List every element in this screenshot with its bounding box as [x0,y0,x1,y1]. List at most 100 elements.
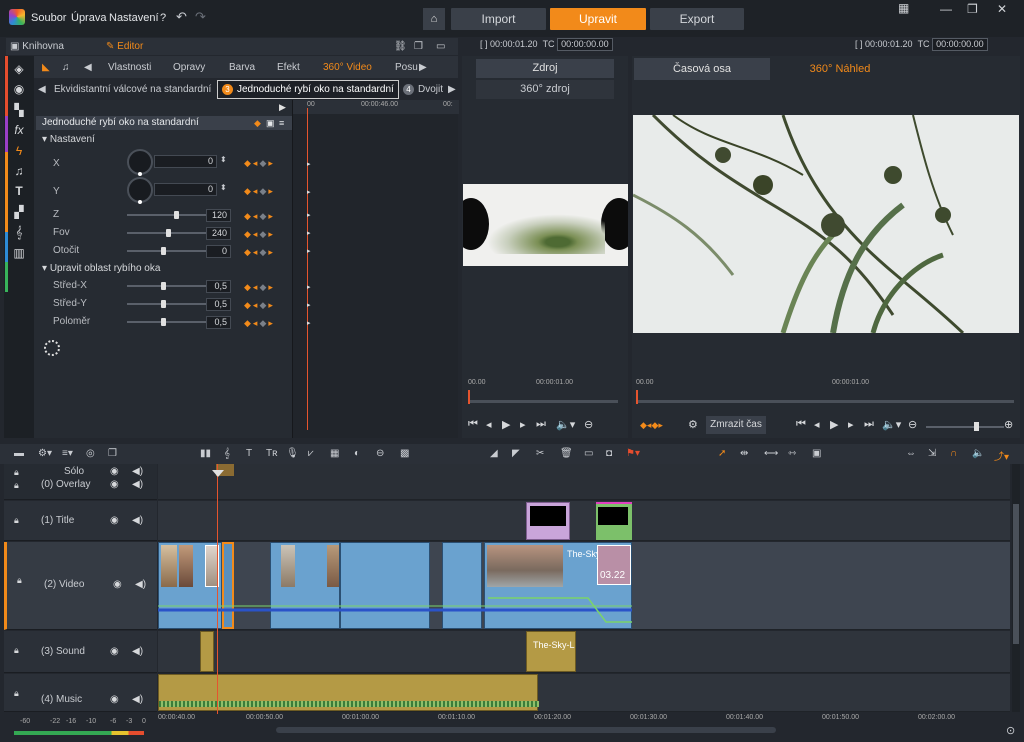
video-props-icon[interactable]: ◣ [42,62,50,73]
video-speaker-icon[interactable]: ◀) [135,579,146,590]
subtabs-right-arrow-icon[interactable]: ▶ [448,84,456,95]
screen-record-icon[interactable]: ▩ [400,448,409,459]
subtitle-icon[interactable]: Tʀ [266,448,278,459]
copy-icon[interactable]: ❐ [414,41,423,52]
keyframe-diamond-icon[interactable]: ◆ [254,116,261,130]
timeline-ruler[interactable]: 00:00:40.00 00:00:50.00 00:01:00.00 00:0… [158,712,1010,724]
tab-360-source[interactable]: 360° zdroj [476,80,614,99]
z-slider[interactable] [127,214,209,216]
kf-marker[interactable]: ▸ [307,247,311,255]
kf-marker[interactable]: ▸ [307,211,311,219]
undo-icon[interactable]: ↶ [176,9,187,25]
source-progress-track[interactable] [468,400,618,403]
slip-tool-icon[interactable]: ⟷ [764,448,778,459]
sound-clip[interactable] [200,631,214,672]
zoom-in-icon[interactable]: ⊕ [1004,418,1013,431]
step-back-icon[interactable]: ◂ [814,418,820,431]
music-icon[interactable]: ♫ [12,164,26,178]
tab-360-preview[interactable]: 360° Náhled [778,58,902,80]
video-lane[interactable]: The-Sky- 03.22 [158,542,1010,630]
minimize-icon[interactable]: — [940,2,952,16]
timeline-settings-icon[interactable]: ▬ [14,448,24,459]
radius-value[interactable]: 0,5 [206,316,231,329]
radius-slider[interactable] [127,321,209,323]
insert-icon[interactable]: ⇲ [928,448,936,459]
title-icon[interactable]: T [12,184,26,198]
center-y-keyframes[interactable]: ◆◂◆▸ [244,300,275,311]
kf-marker[interactable]: ▸ [307,160,311,168]
sound-lock-icon[interactable]: 🔒︎ [14,645,19,656]
fov-keyframes[interactable]: ◆◂◆▸ [244,229,275,240]
title-clip[interactable] [526,502,570,540]
go-end-icon[interactable]: ⏭ [536,418,546,431]
pointer-tool-icon[interactable]: ➚ [718,448,726,459]
audio-scrub-icon[interactable]: 🔈 [972,448,984,459]
center-x-value[interactable]: 0,5 [206,280,231,293]
motion-tracking-icon[interactable]: ⩗ [308,448,314,459]
zoom-out-icon[interactable]: ⊖ [908,418,917,431]
overlay-lane[interactable] [158,464,1010,500]
y-rotation-dial[interactable] [127,177,153,204]
link-icon[interactable]: ⛓ [394,41,407,52]
razor-icon[interactable]: ✂ [536,448,544,459]
solo-speaker-icon[interactable]: ◀) [132,466,143,477]
media-icon[interactable]: ◈ [12,62,26,76]
go-start-icon[interactable]: ⏮ [796,418,806,431]
timeline-zoom-icon[interactable]: ⊙ [1006,724,1015,737]
play-icon[interactable]: ▶ [502,418,510,431]
subtabs-left-arrow-icon[interactable]: ◀ [38,84,46,95]
effects-wheel-icon[interactable]: ◉ [12,82,26,96]
preview-playhead[interactable] [636,390,638,404]
volume-icon[interactable]: 🔈▾ [882,418,901,431]
solo-lock-icon[interactable]: 🔒︎ [14,467,19,478]
title-editor-icon[interactable]: T [246,448,252,459]
tab-properties[interactable]: Vlastnosti [108,62,151,73]
score-icon[interactable]: 𝄞 [12,225,26,239]
section-fisheye[interactable]: ▾ Upravit oblast rybího oka [42,263,160,274]
subtab-fisheye[interactable]: 3 Jednoduché rybí oko na standardní [217,80,399,99]
y-value[interactable]: 0 [154,183,217,196]
redo-icon[interactable]: ↷ [195,9,206,25]
tab-editor[interactable]: ✎ Editor [106,41,143,52]
keyboard-icon[interactable]: ▥ [12,246,26,260]
slide-tool-icon[interactable]: ⇿ [788,448,796,459]
radius-slider-thumb[interactable] [161,318,166,326]
z-slider-thumb[interactable] [174,211,179,219]
z-value[interactable]: 120 [206,209,231,222]
x-rotation-dial[interactable] [127,149,153,176]
rotate-slider[interactable] [127,250,209,252]
edit-button[interactable]: Upravit [550,8,646,30]
gear-icon[interactable]: ⚙▾ [38,448,52,459]
section-settings[interactable]: ▾ Nastavení [42,134,95,145]
marker-flag-icon[interactable]: ⚑▾ [626,448,640,459]
title-lane[interactable] [158,501,1010,541]
tabs-right-arrow-icon[interactable]: ▶ [419,62,427,73]
freeze-time-button[interactable]: Zmrazit čas [706,416,766,434]
image-icon[interactable]: ▣ [266,116,275,130]
preview-video[interactable] [633,115,1019,333]
timeline-playhead[interactable] [217,464,218,714]
multicam-icon[interactable]: ▦ [330,448,339,459]
music-lock-icon[interactable]: 🔒︎ [14,688,19,699]
import-button[interactable]: Import [451,8,546,30]
overlay-speaker-icon[interactable]: ◀) [132,479,143,490]
timeline-horizontal-scrollbar[interactable] [276,727,776,733]
sound-speaker-icon[interactable]: ◀) [132,646,143,657]
zoom-slider[interactable] [926,426,1004,428]
ripple-icon[interactable]: ⇔ [906,448,916,459]
zoom-slider-thumb[interactable] [974,422,979,431]
play-keyframe-icon[interactable]: ▶ [279,102,286,113]
audio-mixer-icon[interactable]: ▮▮ [200,448,211,459]
tab-color[interactable]: Barva [229,62,255,73]
settings-gear-icon[interactable]: ⚙ [688,418,698,431]
rotate-value[interactable]: 0 [206,245,231,258]
disc-icon[interactable]: ◎ [86,448,95,459]
x-stepper-icon[interactable]: ⬍ [220,155,227,164]
center-y-slider-thumb[interactable] [161,300,166,308]
marker-icon[interactable]: ◢ [490,448,498,459]
source-tc-value[interactable]: 00:00:00.00 [557,38,613,51]
audio-props-icon[interactable]: ♫ [62,62,70,73]
source-playhead[interactable] [468,390,470,404]
copy-clip-icon[interactable]: ▭ [584,448,593,459]
menu-settings[interactable]: Nastavení [109,12,159,24]
